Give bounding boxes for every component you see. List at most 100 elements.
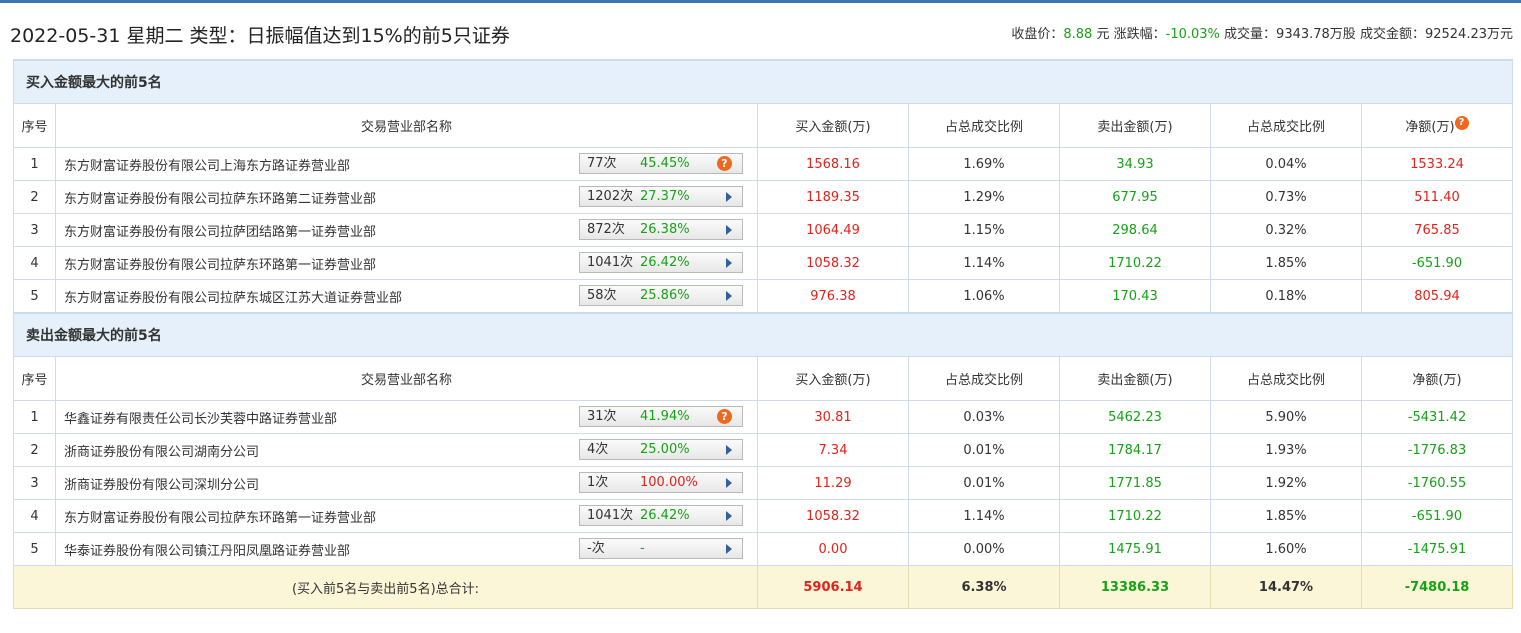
broker-name-link[interactable]: 东方财富证券股份有限公司拉萨团结路第一证券营业部 — [64, 221, 376, 240]
column-header: 买入金额(万) — [757, 103, 909, 148]
expand-arrow-icon[interactable] — [726, 544, 732, 554]
sell-ratio: 0.32% — [1210, 213, 1362, 247]
broker-name-link[interactable]: 东方财富证券股份有限公司拉萨东城区江苏大道证券营业部 — [64, 287, 402, 306]
broker-win-rate: 26.38% — [640, 222, 690, 237]
column-header: 净额(万) — [1361, 356, 1513, 401]
broker-name-link[interactable]: 华泰证券股份有限公司镇江丹阳凤凰路证券营业部 — [64, 540, 350, 559]
sell-ratio: 1.92% — [1210, 466, 1362, 500]
column-header: 占总成交比例 — [1210, 103, 1362, 148]
row-index: 2 — [13, 180, 56, 214]
column-header: 卖出金额(万) — [1059, 356, 1211, 401]
broker-name-link[interactable]: 华鑫证券有限责任公司长沙芙蓉中路证券营业部 — [64, 408, 337, 427]
help-question-icon[interactable]: ? — [1454, 116, 1469, 130]
broker-history-toggle[interactable]: 58次 25.86% — [579, 285, 743, 306]
page-header: 2022-05-31 星期二 类型：日振幅值达到15%的前5只证券 收盘价：8.… — [0, 3, 1521, 55]
expand-arrow-icon[interactable] — [726, 192, 732, 202]
column-header: 占总成交比例 — [908, 103, 1060, 148]
close-unit: 元 — [1096, 27, 1110, 42]
sell-ratio: 1.85% — [1210, 246, 1362, 280]
expand-arrow-icon[interactable] — [726, 511, 732, 521]
broker-name-cell: 华泰证券股份有限公司镇江丹阳凤凰路证券营业部 -次 - — [55, 532, 758, 566]
buy-amount: 0.00 — [757, 532, 909, 566]
sell-ratio: 0.73% — [1210, 180, 1362, 214]
column-header-label: 占总成交比例 — [944, 373, 1023, 388]
broker-win-rate: 26.42% — [640, 508, 690, 523]
sell-ratio: 1.60% — [1210, 532, 1362, 566]
net-amount: -1475.91 — [1361, 532, 1513, 566]
broker-win-rate: 25.00% — [640, 442, 690, 457]
broker-name-cell: 东方财富证券股份有限公司拉萨东环路第二证券营业部 1202次 27.37% — [55, 180, 758, 214]
broker-history-toggle[interactable]: 4次 25.00% — [579, 439, 743, 460]
broker-history-toggle[interactable]: 1次 100.00% — [579, 472, 743, 493]
buy-ratio: 1.14% — [908, 246, 1060, 280]
expand-arrow-icon[interactable] — [726, 478, 732, 488]
price-stats: 收盘价：8.88 元 涨跌幅：-10.03% 成交量：9343.78万股 成交金… — [1011, 23, 1513, 42]
broker-name-link[interactable]: 东方财富证券股份有限公司上海东方路证券营业部 — [64, 155, 350, 174]
dragon-tiger-table: 买入金额最大的前5名 序号 交易营业部名称 买入金额(万) 占总成交比例 卖出金额(万) 占… — [13, 59, 1513, 609]
sell-amount: 677.95 — [1059, 180, 1211, 214]
expand-arrow-icon[interactable] — [726, 291, 732, 301]
column-header-label: 占总成交比例 — [1246, 373, 1325, 388]
broker-times: 872次 — [587, 222, 625, 237]
broker-name-link[interactable]: 东方财富证券股份有限公司拉萨东环路第二证券营业部 — [64, 188, 376, 207]
buy-ratio: 0.00% — [908, 532, 1060, 566]
net-amount: 805.94 — [1361, 279, 1513, 314]
row-index: 3 — [13, 213, 56, 247]
close-label: 收盘价： — [1011, 27, 1064, 42]
broker-name-cell: 东方财富证券股份有限公司上海东方路证券营业部 77次 45.45%? — [55, 147, 758, 181]
total-buy-ratio: 6.38% — [908, 565, 1060, 609]
change-value: -10.03% — [1165, 27, 1220, 42]
broker-history-toggle[interactable]: 1041次 26.42% — [579, 252, 743, 273]
row-index: 3 — [13, 466, 56, 500]
sell-amount: 1710.22 — [1059, 246, 1211, 280]
sell-amount: 34.93 — [1059, 147, 1211, 181]
sell-ratio: 5.90% — [1210, 400, 1362, 434]
table-row: 2 浙商证券股份有限公司湖南分公司 4次 25.00% 7.34 0.01% 1784.17… — [13, 433, 1513, 467]
net-amount: -651.90 — [1361, 499, 1513, 533]
column-header: 序号 — [13, 103, 56, 148]
buy-amount: 1189.35 — [757, 180, 909, 214]
turnover-value: 92524.23万元 — [1424, 27, 1513, 42]
net-amount: 765.85 — [1361, 213, 1513, 247]
broker-name-cell: 东方财富证券股份有限公司拉萨东环路第一证券营业部 1041次 26.42% — [55, 246, 758, 280]
sell-amount: 1710.22 — [1059, 499, 1211, 533]
broker-times: 58次 — [587, 288, 617, 303]
column-header-label: 买入金额(万) — [795, 120, 871, 135]
expand-arrow-icon[interactable] — [726, 445, 732, 455]
broker-history-toggle[interactable]: 872次 26.38% — [579, 219, 743, 240]
broker-history-toggle[interactable]: 1041次 26.42% — [579, 505, 743, 526]
sell-section-title-row: 卖出金额最大的前5名 — [13, 312, 1513, 357]
broker-times: 1202次 — [587, 189, 634, 204]
broker-history-toggle[interactable]: 31次 41.94%? — [579, 406, 743, 427]
column-header-label: 卖出金额(万) — [1097, 373, 1173, 388]
broker-name-cell: 东方财富证券股份有限公司拉萨团结路第一证券营业部 872次 26.38% — [55, 213, 758, 247]
close-value: 8.88 — [1063, 27, 1093, 42]
sell-ratio: 0.18% — [1210, 279, 1362, 314]
expand-arrow-icon[interactable] — [726, 258, 732, 268]
help-question-icon[interactable]: ? — [717, 156, 732, 171]
broker-name-link[interactable]: 东方财富证券股份有限公司拉萨东环路第一证券营业部 — [64, 254, 376, 273]
change-label: 涨跌幅： — [1113, 27, 1166, 42]
broker-name-link[interactable]: 浙商证券股份有限公司湖南分公司 — [64, 441, 259, 460]
sell-ratio: 1.93% — [1210, 433, 1362, 467]
broker-name-cell: 浙商证券股份有限公司湖南分公司 4次 25.00% — [55, 433, 758, 467]
buy-amount: 1568.16 — [757, 147, 909, 181]
broker-win-rate: 41.94% — [640, 409, 690, 424]
broker-win-rate: 26.42% — [640, 255, 690, 270]
broker-name-link[interactable]: 东方财富证券股份有限公司拉萨东环路第一证券营业部 — [64, 507, 376, 526]
table-row: 4 东方财富证券股份有限公司拉萨东环路第一证券营业部 1041次 26.42% 1058… — [13, 499, 1513, 533]
row-index: 2 — [13, 433, 56, 467]
column-header: 买入金额(万) — [757, 356, 909, 401]
help-question-icon[interactable]: ? — [717, 409, 732, 424]
table-row: 2 东方财富证券股份有限公司拉萨东环路第二证券营业部 1202次 27.37% 1189… — [13, 180, 1513, 214]
total-sell-ratio: 14.47% — [1210, 565, 1362, 609]
broker-history-toggle[interactable]: 1202次 27.37% — [579, 186, 743, 207]
net-amount: 511.40 — [1361, 180, 1513, 214]
broker-history-toggle[interactable]: 77次 45.45%? — [579, 153, 743, 174]
expand-arrow-icon[interactable] — [726, 225, 732, 235]
column-header-label: 序号 — [21, 120, 48, 135]
column-header: 占总成交比例 — [1210, 356, 1362, 401]
total-sell: 13386.33 — [1059, 565, 1211, 609]
broker-history-toggle[interactable]: -次 - — [579, 538, 743, 559]
broker-name-link[interactable]: 浙商证券股份有限公司深圳分公司 — [64, 474, 259, 493]
